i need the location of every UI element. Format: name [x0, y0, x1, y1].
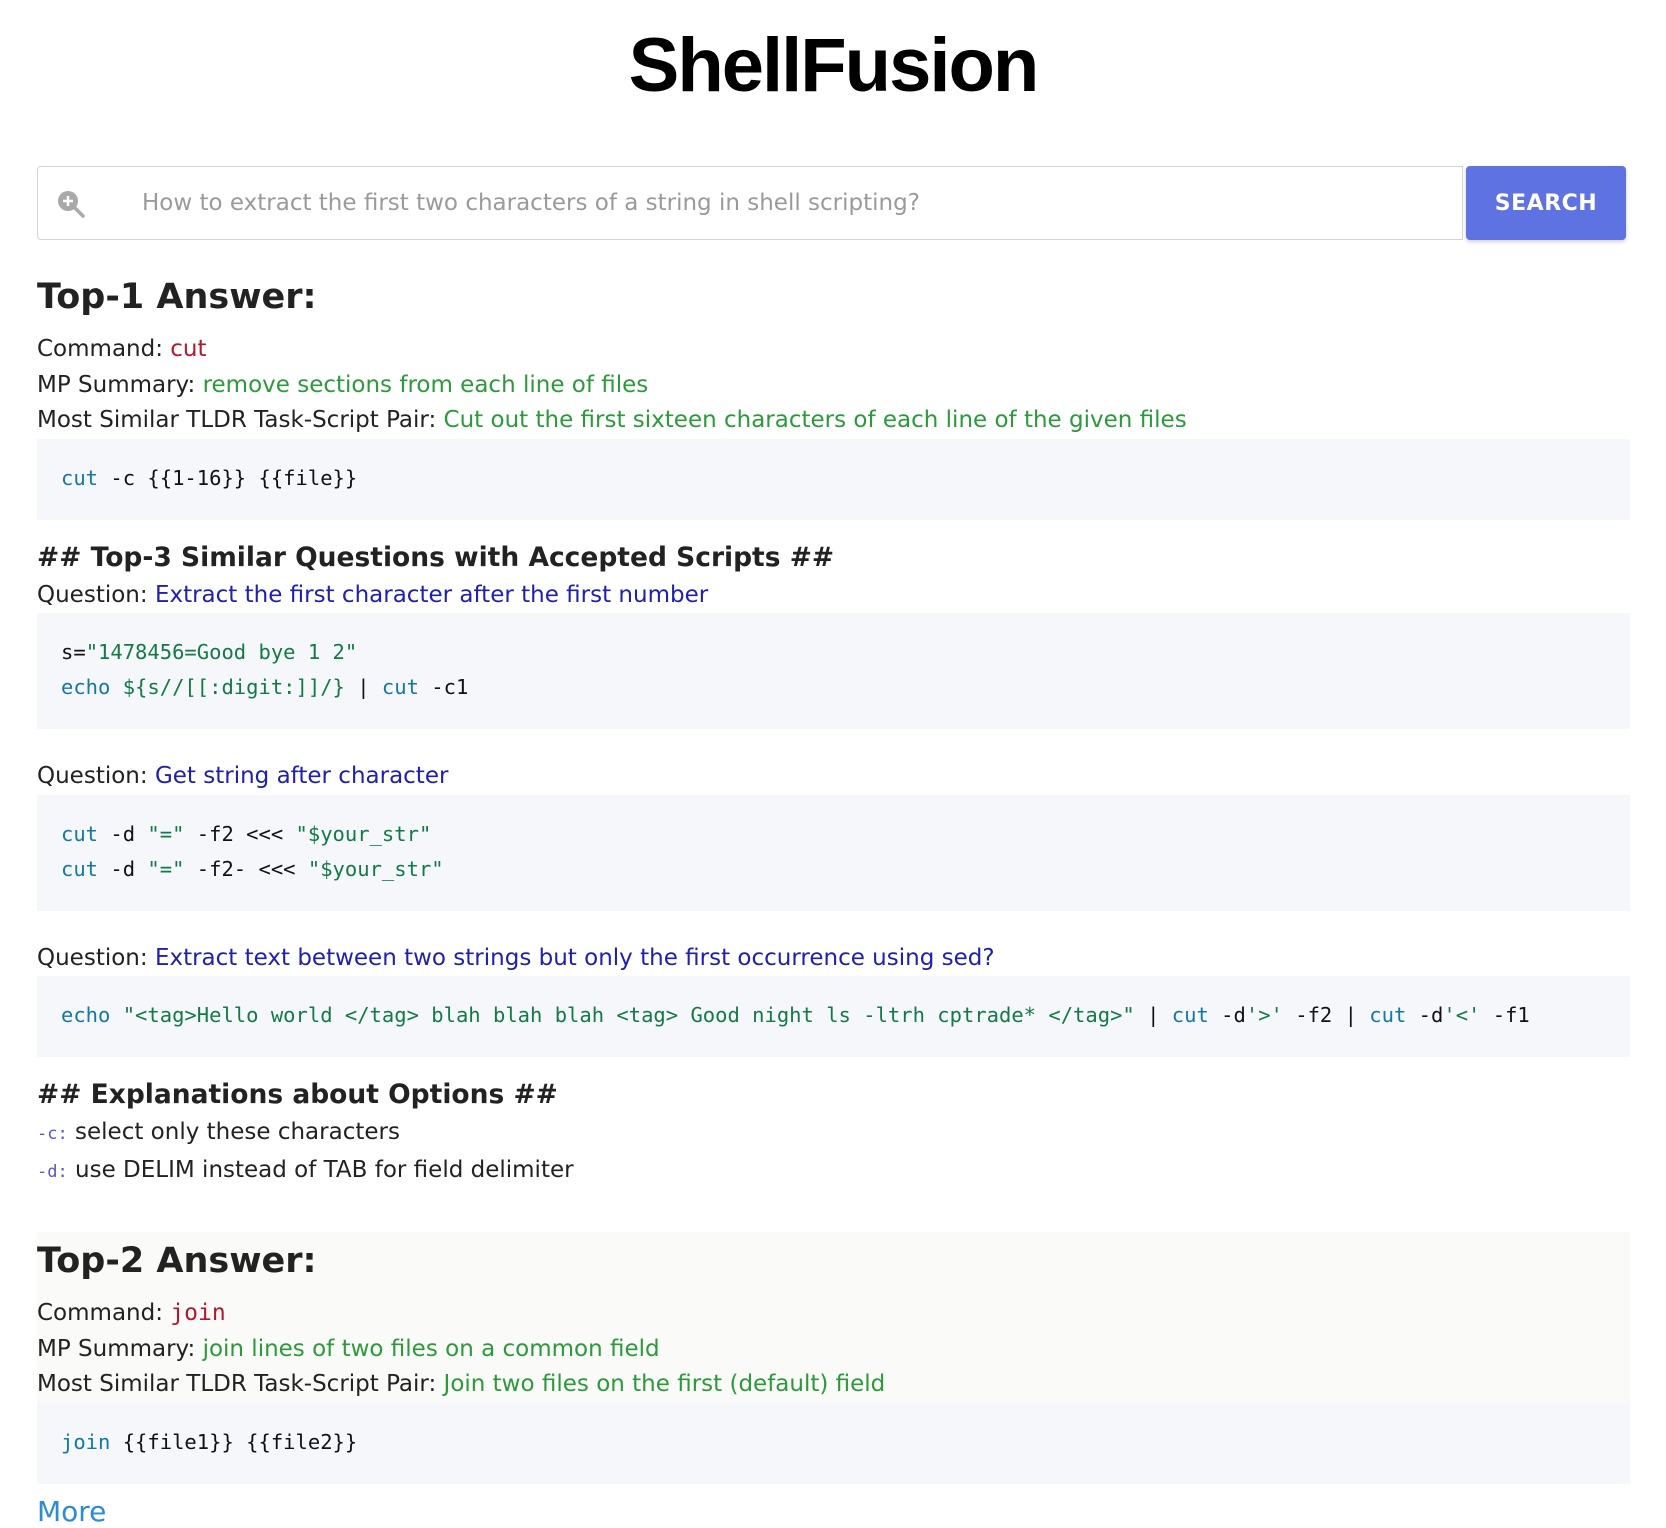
tldr-task-text: Join two files on the first (default) fi… — [443, 1371, 886, 1397]
page: ShellFusion SEARCH Top-1 Answer: Command… — [0, 0, 1666, 1526]
command-line: Command: cut — [37, 336, 207, 362]
question-link-2[interactable]: Get string after character — [155, 763, 449, 789]
tldr-task-text: Cut out the first sixteen characters of … — [443, 407, 1187, 433]
tldr-pair-line: Most Similar TLDR Task-Script Pair: Cut … — [37, 407, 1187, 433]
code-block-tldr: join {{file1}} {{file2}} — [37, 1402, 1630, 1484]
question-link-3[interactable]: Extract text between two strings but onl… — [155, 945, 995, 971]
question-line: Question: Extract the first character af… — [37, 581, 709, 608]
mp-summary-text: join lines of two files on a common fiel… — [202, 1335, 660, 1362]
code-block-question-2: cut -d "=" -f2 <<< "$your_str" cut -d "=… — [37, 794, 1630, 911]
option-flag: -c: — [37, 1124, 68, 1144]
code-block-question-1: s="1478456=Good bye 1 2" echo ${s//[[:di… — [37, 613, 1630, 729]
answer-heading: Top-1 Answer: — [37, 277, 317, 317]
option-item: -d: use DELIM instead of TAB for field d… — [37, 1153, 1630, 1191]
option-flag: -d: — [37, 1161, 68, 1182]
similar-questions-heading: ## Top-3 Similar Questions with Accepted… — [37, 541, 835, 573]
mp-summary-line: MP Summary: remove sections from each li… — [37, 371, 649, 398]
options-heading: ## Explanations about Options ## — [37, 1079, 558, 1110]
app-logo: ShellFusion — [628, 23, 1040, 108]
tldr-pair-line: Most Similar TLDR Task-Script Pair: Join… — [37, 1371, 886, 1397]
code-block-tldr: cut -c {{1-16}} {{file}} — [37, 438, 1630, 520]
answer-heading: Top-2 Answer: — [37, 1241, 317, 1281]
mp-summary-line: MP Summary: join lines of two files on a… — [37, 1335, 660, 1362]
question-line: Question: Extract text between two strin… — [37, 944, 995, 971]
command-line: Command: join — [37, 1300, 226, 1326]
answer-card-top1: Top-1 Answer: Command: cut MP Summary: r… — [37, 268, 1630, 1190]
question-line: Question: Get string after character — [37, 763, 449, 789]
search-button[interactable]: SEARCH — [1466, 166, 1626, 240]
code-block-question-3: echo "<tag>Hello world </tag> blah blah … — [37, 976, 1630, 1057]
question-link-1[interactable]: Extract the first character after the fi… — [155, 582, 708, 608]
command-name: join — [170, 1300, 226, 1326]
answer-card-top2: Top-2 Answer: Command: join MP Summary: … — [37, 1232, 1630, 1484]
search-box — [37, 166, 1463, 240]
option-item: -c: select only these characters — [37, 1115, 1630, 1153]
command-name: cut — [170, 336, 207, 362]
option-desc: use DELIM instead of TAB for field delim… — [75, 1156, 574, 1183]
search-input[interactable] — [104, 167, 1444, 239]
search-plus-icon — [58, 191, 85, 218]
mp-summary-text: remove sections from each line of files — [202, 371, 649, 398]
option-desc: select only these characters — [75, 1119, 400, 1145]
